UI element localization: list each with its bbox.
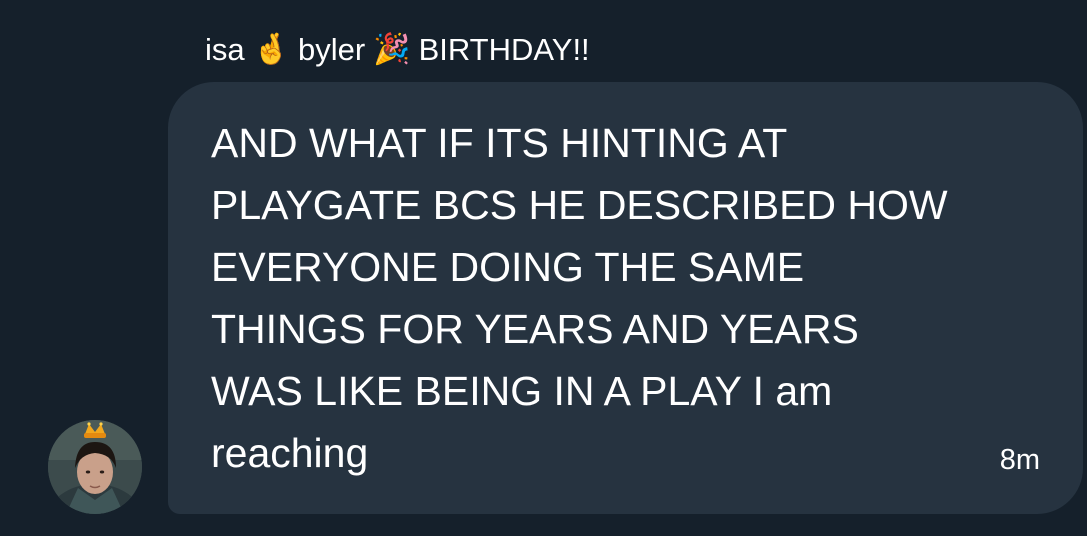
message-timestamp: 8m bbox=[999, 444, 1040, 476]
sender-name-part3: BIRTHDAY!! bbox=[418, 32, 590, 67]
crossed-fingers-icon: 🤞 bbox=[252, 33, 290, 66]
avatar[interactable] bbox=[48, 420, 142, 514]
dm-conversation: isa 🤞 byler 🎉 BIRTHDAY!! AND WHAT IF ITS… bbox=[0, 0, 1087, 536]
user-avatar-photo-icon bbox=[48, 420, 142, 514]
sender-name-part1: isa bbox=[205, 32, 245, 67]
message-text: AND WHAT IF ITS HINTING AT PLAYGATE BCS … bbox=[211, 120, 948, 476]
sender-name-part2: byler bbox=[298, 32, 366, 67]
party-popper-icon: 🎉 bbox=[373, 33, 411, 66]
sender-name[interactable]: isa 🤞 byler 🎉 BIRTHDAY!! bbox=[205, 28, 590, 72]
message-bubble[interactable]: AND WHAT IF ITS HINTING AT PLAYGATE BCS … bbox=[168, 82, 1083, 514]
